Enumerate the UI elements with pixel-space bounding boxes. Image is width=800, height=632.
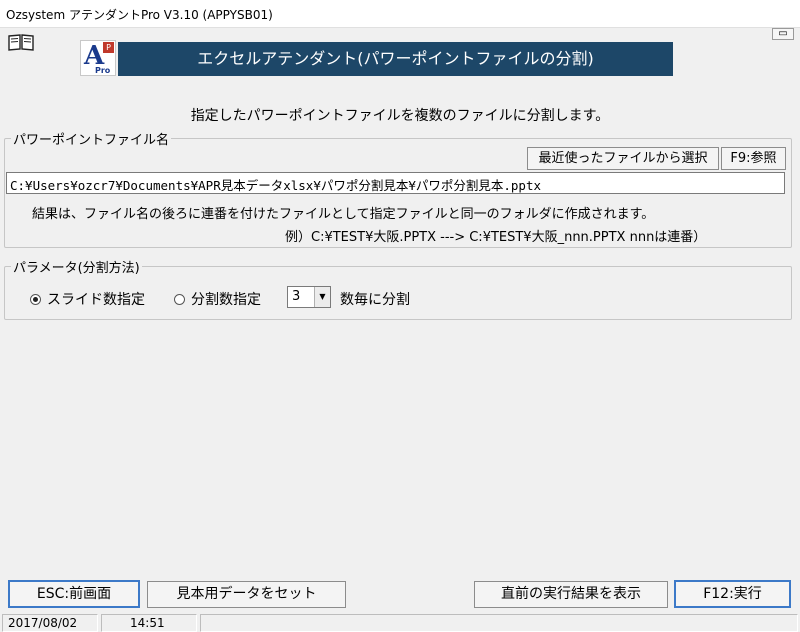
logo-badge: P bbox=[103, 42, 114, 53]
restore-button[interactable]: ▭ bbox=[772, 28, 794, 40]
show-last-result-button[interactable]: 直前の実行結果を表示 bbox=[474, 581, 668, 608]
recent-files-button[interactable]: 最近使ったファイルから選択 bbox=[527, 147, 719, 170]
chevron-down-icon[interactable]: ▼ bbox=[314, 287, 330, 307]
title-bar: Ozsystem アテンダントPro V3.10 (APPYSB01) bbox=[0, 0, 800, 28]
logo-sub: Pro bbox=[95, 66, 111, 75]
browse-button[interactable]: F9:参照 bbox=[721, 147, 786, 170]
file-group-label: パワーポイントファイル名 bbox=[11, 129, 172, 148]
split-suffix-label: 数毎に分割 bbox=[340, 292, 410, 308]
count-select[interactable]: 3 ▼ bbox=[287, 286, 331, 308]
execute-button[interactable]: F12:実行 bbox=[674, 580, 791, 608]
status-empty bbox=[200, 614, 798, 632]
description-text: 指定したパワーポイントファイルを複数のファイルに分割します。 bbox=[190, 108, 610, 124]
page-title-banner: エクセルアテンダント(パワーポイントファイルの分割) bbox=[118, 42, 673, 76]
count-value: 3 bbox=[292, 289, 301, 304]
app-logo: A P Pro bbox=[80, 40, 116, 76]
status-bar: 2017/08/02 14:51 bbox=[0, 612, 800, 632]
status-time: 14:51 bbox=[101, 614, 197, 632]
radio-slide-dot[interactable] bbox=[30, 294, 41, 305]
radio-split-dot[interactable] bbox=[174, 294, 185, 305]
radio-slide-label: スライド数指定 bbox=[47, 292, 145, 308]
set-sample-data-button[interactable]: 見本用データをセット bbox=[147, 581, 346, 608]
radio-split-count[interactable]: 分割数指定 bbox=[174, 289, 261, 309]
window-title: Ozsystem アテンダントPro V3.10 (APPYSB01) bbox=[6, 8, 273, 22]
result-note: 結果は、ファイル名の後ろに連番を付けたファイルとして指定ファイルと同一のフォルダ… bbox=[32, 207, 655, 222]
status-date: 2017/08/02 bbox=[2, 614, 98, 632]
radio-split-label: 分割数指定 bbox=[191, 292, 261, 308]
esc-back-button[interactable]: ESC:前画面 bbox=[8, 580, 140, 608]
radio-slide-count[interactable]: スライド数指定 bbox=[30, 289, 145, 309]
file-path-input[interactable]: C:¥Users¥ozcr7¥Documents¥APR見本データxlsx¥パワ… bbox=[6, 172, 785, 194]
book-icon[interactable] bbox=[8, 33, 34, 51]
example-note: 例）C:¥TEST¥大阪.PPTX ---> C:¥TEST¥大阪_nnn.PP… bbox=[285, 230, 707, 245]
params-group-label: パラメータ(分割方法) bbox=[11, 257, 142, 276]
